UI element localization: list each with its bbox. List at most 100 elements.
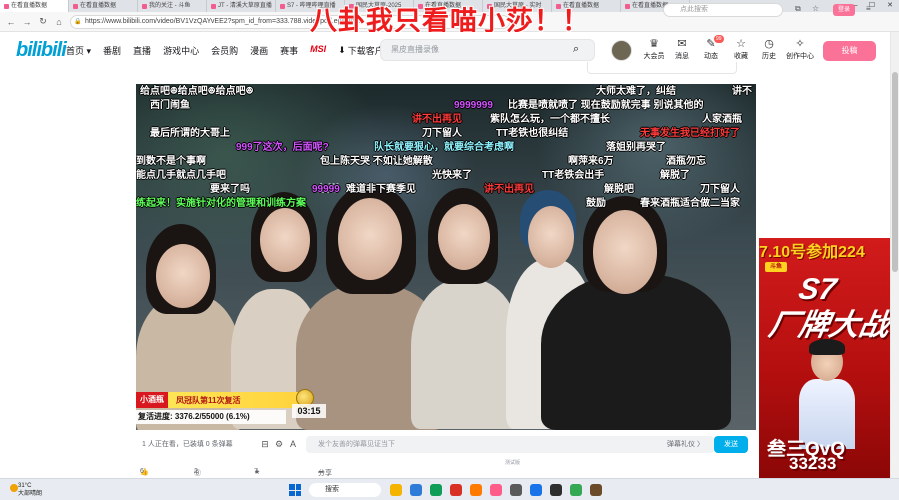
douyu-logo: 斗鱼 <box>765 262 787 272</box>
star-icon: ☆ <box>736 38 746 50</box>
danmaku-settings-icon[interactable]: ⚙ <box>272 439 286 450</box>
danmaku-comment: 讲不出再见 <box>484 184 534 195</box>
nav-game-center[interactable]: 游戏中心 <box>163 44 199 57</box>
promo-banner[interactable]: 7.10号参加224 斗鱼 S7 厂牌大战 叁三QvQ 33233 <box>759 238 890 478</box>
app-icon[interactable] <box>390 484 402 496</box>
danmaku-comment: 鼓励 <box>586 198 606 209</box>
extensions-icon[interactable]: ⧉ <box>795 4 801 14</box>
browser-tab[interactable]: 我的关注 - 斗鱼 <box>138 0 207 12</box>
app-icon[interactable] <box>550 484 562 496</box>
danmaku-input[interactable]: 发个友善的弹幕见证当下 弹幕礼仪 〉 <box>306 436 714 453</box>
notification-badge: 99 <box>714 35 724 43</box>
app-icon[interactable] <box>490 484 502 496</box>
header-favorites[interactable]: ☆ 收藏 <box>727 38 755 61</box>
header-messages[interactable]: ✉ 消息 <box>668 38 696 61</box>
promo-headline: 7.10号参加224 <box>759 244 865 261</box>
danmaku-comment: 最后所谓的大哥上 <box>150 128 230 139</box>
person-face <box>260 208 310 272</box>
danmaku-comment: 光快来了 <box>432 170 472 181</box>
browser-tab[interactable]: 在看直播数据 <box>69 0 138 12</box>
tab-favicon-icon <box>625 3 630 9</box>
header-creator-center[interactable]: ✧ 创作中心 <box>784 38 816 61</box>
nav-anime[interactable]: 番剧 <box>103 44 121 57</box>
header-history[interactable]: ◷ 历史 <box>755 38 783 61</box>
danmaku-comment: 到数不是个事啊 <box>136 156 206 167</box>
site-header: bilibili 首页 ▾ 番剧 直播 游戏中心 会员购 漫画 赛事 MSI ⬇… <box>0 32 899 70</box>
browser-search-input[interactable]: 点此搜索 <box>663 3 783 17</box>
vip-icon: ♛ <box>649 38 659 50</box>
tab-favicon-icon <box>73 3 78 9</box>
stream-timer: 03:15 <box>292 404 326 418</box>
person-figure <box>411 279 521 429</box>
header-dropdown-stub <box>587 62 737 74</box>
danmaku-comment: TT老铁也很纠结 <box>496 128 569 139</box>
app-icon[interactable] <box>450 484 462 496</box>
tab-favicon-icon <box>211 3 216 9</box>
person-figure <box>541 274 731 430</box>
app-icon[interactable] <box>590 484 602 496</box>
danmaku-comment: 给点吧ꔮ给点吧ꔮ给点吧ꔮ <box>140 86 254 97</box>
refresh-icon[interactable]: ↻ <box>38 16 48 27</box>
danmaku-comment: 刀下留人 <box>700 184 740 195</box>
danmaku-comment: 能点几手就点几手吧 <box>136 170 226 181</box>
revival-banner: 小酒瓶 凤冠队第11次复活 <box>136 392 308 408</box>
page-scrollbar[interactable] <box>890 32 899 478</box>
person-face <box>156 244 210 308</box>
danmaku-style-icon[interactable]: A <box>286 439 300 449</box>
taskbar: 31°C 大部晴朗 ⌕ 搜索 <box>0 478 899 500</box>
windows-start-icon[interactable] <box>289 484 301 496</box>
favorites-icon[interactable]: ☆ <box>812 4 819 13</box>
app-icon[interactable] <box>570 484 582 496</box>
browser-tab[interactable]: 在看直播数据 <box>0 0 69 12</box>
taskbar-search[interactable]: 搜索 <box>309 483 381 497</box>
danmaku-toggle-icon[interactable]: ⊟ <box>258 439 272 450</box>
nav-live[interactable]: 直播 <box>133 44 151 57</box>
browser-menu-icon[interactable]: ≡ <box>866 4 871 13</box>
danmaku-comment: 讲不出再见 <box>412 114 462 125</box>
nav-manga[interactable]: 漫画 <box>250 44 268 57</box>
avatar[interactable] <box>611 40 632 61</box>
app-icon[interactable] <box>470 484 482 496</box>
danmaku-comment: 999了这次，后面呢? <box>236 142 329 153</box>
search-icon[interactable]: ⌕ <box>573 43 579 56</box>
nav-msi[interactable]: MSI <box>310 44 326 57</box>
browser-login-button[interactable]: 登录 <box>833 4 856 16</box>
bilibili-logo[interactable]: bilibili <box>16 39 67 62</box>
app-icon[interactable] <box>530 484 542 496</box>
danmaku-comment: 包上陈天哭 不如让她解散 <box>320 156 433 167</box>
back-icon[interactable]: ← <box>6 17 16 27</box>
video-player[interactable]: bili 给点吧ꔮ给点吧ꔮ给点吧ꔮ 西门闹鱼 9999999 比赛是喷就喷了 现… <box>136 84 756 430</box>
send-danmaku-button[interactable]: 发送 <box>714 436 748 453</box>
danmaku-etiquette-link[interactable]: 弹幕礼仪 〉 <box>667 436 704 453</box>
home-icon[interactable]: ⌂ <box>54 17 64 27</box>
danmaku-comment: 落姐别再哭了 <box>606 142 666 153</box>
person-face <box>528 206 574 268</box>
danmaku-comment: 队长就要狠心，就要综合考虑啊 <box>374 142 514 153</box>
nav-shop[interactable]: 会员购 <box>211 44 238 57</box>
danmaku-comment: 练起来！实施针对化的管理和训练方案 <box>136 198 306 209</box>
danmaku-comment: 99999 <box>312 184 340 195</box>
revival-text: 凤冠队第11次复活 <box>176 395 241 405</box>
scrollbar-thumb[interactable] <box>892 72 898 272</box>
promo-person-hair <box>809 339 845 355</box>
app-icon[interactable] <box>410 484 422 496</box>
header-dynamic[interactable]: ✎ 动态 99 <box>697 35 725 61</box>
test-version-label: 测试版 <box>505 460 521 466</box>
promo-room-number: 33233 <box>789 454 837 473</box>
danmaku-comment: 难道非下赛季见 <box>346 184 416 195</box>
danmaku-comment: 9999999 <box>454 100 493 111</box>
upload-button[interactable]: 投稿 <box>823 41 876 61</box>
app-icon[interactable] <box>510 484 522 496</box>
weather-widget[interactable]: 31°C 大部晴朗 <box>10 482 42 498</box>
forward-icon[interactable]: → <box>22 17 32 27</box>
site-search-input[interactable]: 黑皮直播录像 <box>380 39 595 61</box>
close-icon[interactable]: ✕ <box>881 0 899 12</box>
app-icon[interactable] <box>430 484 442 496</box>
nav-home[interactable]: 首页 ▾ <box>66 44 91 57</box>
browser-tab[interactable]: JT - 清溪大草原直播 <box>207 0 276 12</box>
header-vip[interactable]: ♛ 大会员 <box>640 38 668 61</box>
person-face <box>593 210 657 294</box>
nav-esports[interactable]: 赛事 <box>280 44 298 57</box>
history-icon: ◷ <box>764 38 774 50</box>
danmaku-comment: 比赛是喷就喷了 现在鼓励就完事 别说其他的 <box>508 100 704 111</box>
